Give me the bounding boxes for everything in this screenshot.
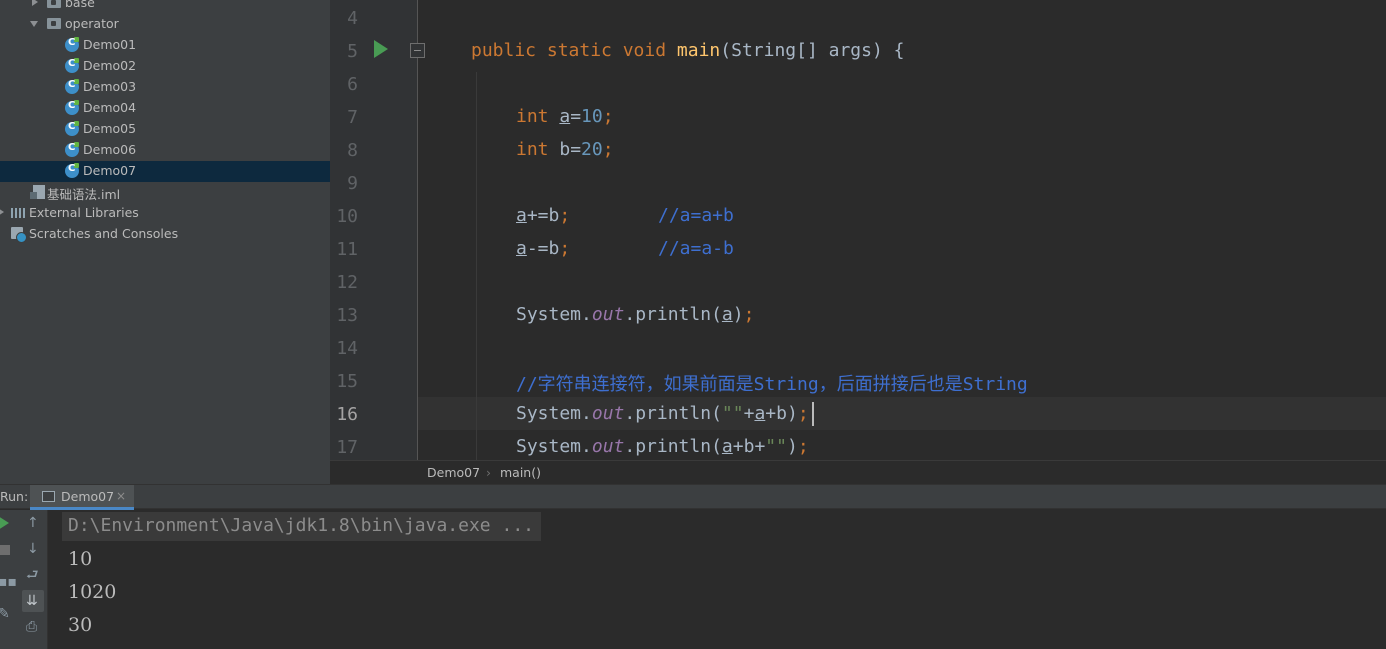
- run-command[interactable]: D:\Environment\Java\jdk1.8\bin\java.exe …: [68, 515, 534, 536]
- line-number: 11: [336, 239, 358, 260]
- close-icon[interactable]: ×: [116, 489, 126, 503]
- tree-item-demo07[interactable]: Demo07: [0, 161, 330, 182]
- run-tab-demo07[interactable]: Demo07 ×: [30, 485, 134, 510]
- tree-item-demo04[interactable]: Demo04: [0, 98, 330, 119]
- pin-icon[interactable]: ✎: [0, 607, 10, 621]
- scratches-icon: [11, 227, 27, 243]
- tree-item-label: base: [65, 0, 95, 10]
- run-tab-label: Demo07: [61, 489, 115, 504]
- java-class-icon: [65, 37, 79, 52]
- stop-icon[interactable]: [0, 545, 10, 555]
- tree-item-demo03[interactable]: Demo03: [0, 77, 330, 98]
- tree-item-base[interactable]: base: [0, 0, 330, 14]
- line-number: 13: [336, 305, 358, 326]
- java-class-icon: [65, 163, 79, 178]
- console-icon: [42, 491, 55, 502]
- scroll-to-end-icon[interactable]: ⇊: [26, 594, 38, 608]
- package-folder-icon: [47, 0, 61, 8]
- tree-item-label: Demo04: [83, 100, 137, 115]
- chevron-down-icon[interactable]: [30, 21, 38, 27]
- line-number: 14: [336, 338, 358, 359]
- arrow-down-icon[interactable]: ↓: [27, 542, 39, 556]
- print-icon[interactable]: ⎙: [26, 620, 37, 634]
- code-comment: //a=a-b: [658, 238, 734, 259]
- tree-item-label: External Libraries: [29, 205, 139, 220]
- console-line: 30: [68, 614, 93, 636]
- java-class-icon: [65, 79, 79, 94]
- code-line-5[interactable]: public static void main(String[] args) {: [471, 40, 905, 61]
- line-number: 8: [347, 140, 358, 161]
- library-icon: [11, 208, 25, 218]
- chevron-right-icon[interactable]: [0, 208, 4, 216]
- code-comment: //a=a+b: [658, 205, 734, 226]
- tree-item-label: Demo01: [83, 37, 137, 52]
- tree-item-label: Demo06: [83, 142, 137, 157]
- code-line-10[interactable]: a+=b;: [516, 205, 570, 226]
- soft-wrap-icon[interactable]: ⮐: [26, 568, 39, 582]
- code-line-11[interactable]: a-=b;: [516, 238, 570, 259]
- tree-item-label: Demo03: [83, 79, 137, 94]
- package-folder-icon: [47, 18, 61, 29]
- line-number: 6: [347, 74, 358, 95]
- layout-icon[interactable]: ▪▪: [0, 575, 17, 589]
- line-number-current: 16: [336, 404, 358, 425]
- text-caret: [812, 402, 814, 426]
- code-line-7[interactable]: int a=10;: [516, 106, 614, 127]
- indent-guide: [476, 72, 477, 460]
- console-line: 10: [68, 548, 93, 570]
- run-main-icon[interactable]: [374, 40, 388, 58]
- tree-item-label: operator: [65, 16, 119, 31]
- breadcrumb-method[interactable]: main(): [500, 465, 541, 480]
- java-class-icon: [65, 142, 79, 157]
- line-number: 5: [347, 41, 358, 62]
- tree-item-iml-file[interactable]: 基础语法.iml: [0, 182, 330, 203]
- line-number: 10: [336, 206, 358, 227]
- breadcrumb-separator: ›: [486, 465, 491, 480]
- tree-item-scratches[interactable]: Scratches and Consoles: [0, 224, 330, 245]
- module-file-icon: [30, 185, 45, 199]
- tree-item-demo01[interactable]: Demo01: [0, 35, 330, 56]
- arrow-up-icon[interactable]: ↑: [27, 516, 39, 530]
- project-tree-panel: base operator Demo01 Demo02 Demo03 Demo0…: [0, 0, 330, 484]
- java-class-icon: [65, 58, 79, 73]
- line-number: 7: [347, 107, 358, 128]
- tree-item-demo05[interactable]: Demo05: [0, 119, 330, 140]
- code-line-17[interactable]: System.out.println(a+b+"");: [516, 436, 809, 457]
- line-number: 17: [336, 437, 358, 458]
- tree-item-label: 基础语法.iml: [47, 187, 121, 202]
- chevron-right-icon[interactable]: [32, 0, 38, 6]
- breadcrumb-file[interactable]: Demo07: [427, 465, 480, 480]
- java-class-icon: [65, 100, 79, 115]
- run-label: Run:: [0, 489, 29, 504]
- tree-item-demo02[interactable]: Demo02: [0, 56, 330, 77]
- fold-icon[interactable]: [410, 43, 425, 58]
- line-number: 15: [336, 371, 358, 392]
- tree-item-label: Demo07: [83, 163, 137, 178]
- run-tool-window-header: Run: Demo07 ×: [0, 484, 1386, 510]
- code-line-13[interactable]: System.out.println(a);: [516, 304, 754, 325]
- tree-item-external-libraries[interactable]: External Libraries: [0, 203, 330, 224]
- tree-item-label: Demo05: [83, 121, 137, 136]
- console-line: 1020: [68, 581, 117, 603]
- tree-item-label: Demo02: [83, 58, 137, 73]
- tree-item-demo06[interactable]: Demo06: [0, 140, 330, 161]
- line-number: 9: [347, 173, 358, 194]
- code-line-16[interactable]: System.out.println(""+a+b);: [516, 403, 809, 424]
- breadcrumb: Demo07 › main(): [330, 460, 1386, 484]
- code-line-8[interactable]: int b=20;: [516, 139, 614, 160]
- java-class-icon: [65, 121, 79, 136]
- line-number: 4: [347, 8, 358, 29]
- tree-item-label: Scratches and Consoles: [29, 226, 179, 241]
- tree-item-operator[interactable]: operator: [0, 14, 330, 35]
- code-line-15-comment[interactable]: //字符串连接符，如果前面是String，后面拼接后也是String: [516, 370, 1028, 396]
- rerun-icon[interactable]: [0, 516, 9, 530]
- line-number: 12: [336, 272, 358, 293]
